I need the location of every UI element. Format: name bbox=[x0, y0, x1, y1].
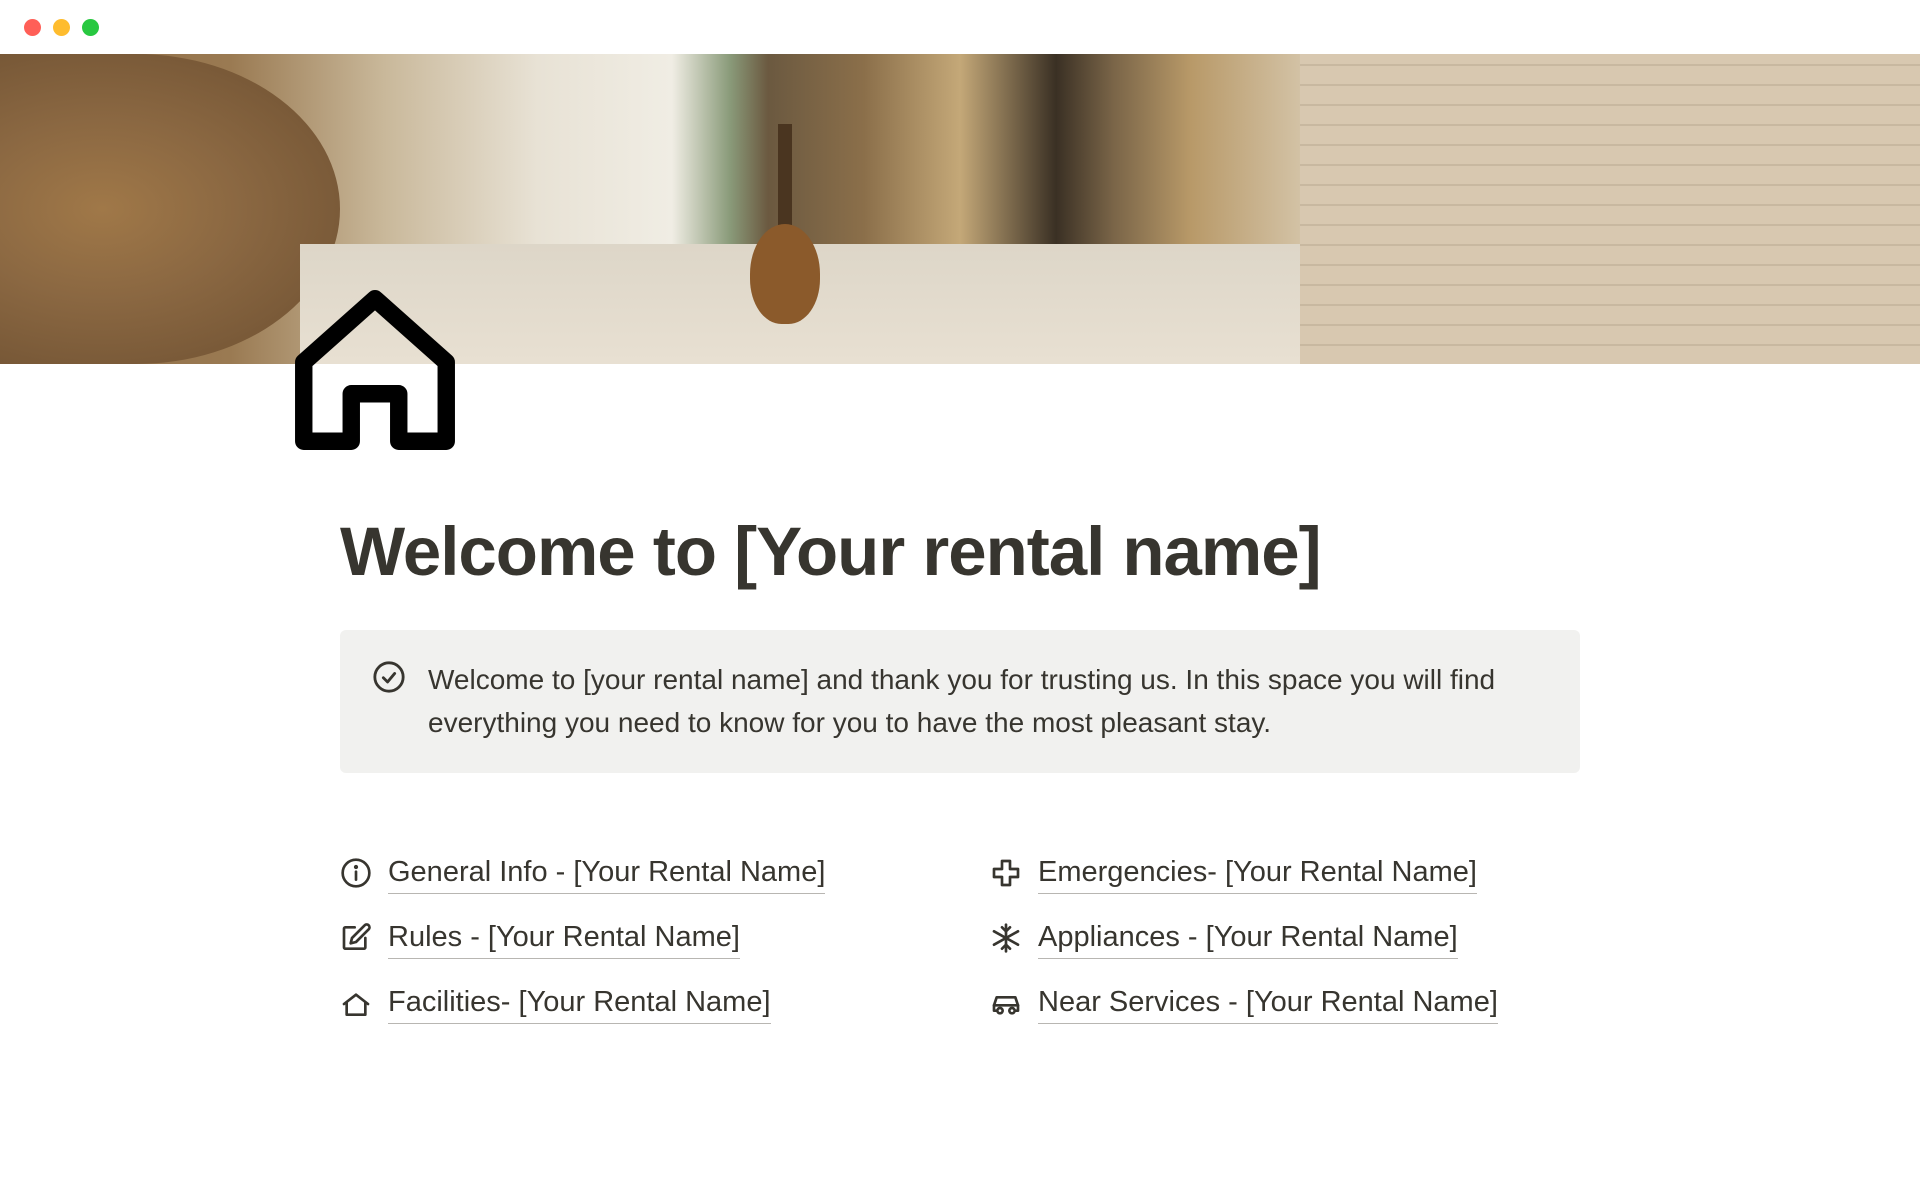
car-icon bbox=[990, 988, 1022, 1020]
home-icon bbox=[280, 275, 470, 465]
link-label: Near Services - [Your Rental Name] bbox=[1038, 983, 1498, 1024]
link-label: Emergencies- [Your Rental Name] bbox=[1038, 853, 1477, 894]
snowflake-icon bbox=[990, 922, 1022, 954]
window-maximize-button[interactable] bbox=[82, 19, 99, 36]
page-title[interactable]: Welcome to [Your rental name] bbox=[340, 514, 1580, 590]
welcome-callout[interactable]: Welcome to [your rental name] and thank … bbox=[340, 630, 1580, 773]
house-small-icon bbox=[340, 988, 372, 1020]
link-general-info[interactable]: General Info - [Your Rental Name] bbox=[340, 853, 930, 894]
link-appliances[interactable]: Appliances - [Your Rental Name] bbox=[990, 918, 1580, 959]
window-titlebar bbox=[0, 0, 1920, 54]
link-emergencies[interactable]: Emergencies- [Your Rental Name] bbox=[990, 853, 1580, 894]
link-facilities[interactable]: Facilities- [Your Rental Name] bbox=[340, 983, 930, 1024]
check-circle-icon bbox=[372, 660, 406, 694]
plus-medical-icon bbox=[990, 857, 1022, 889]
info-icon bbox=[340, 857, 372, 889]
link-rules[interactable]: Rules - [Your Rental Name] bbox=[340, 918, 930, 959]
window-close-button[interactable] bbox=[24, 19, 41, 36]
welcome-callout-text: Welcome to [your rental name] and thank … bbox=[428, 658, 1548, 745]
page-content: Welcome to [Your rental name] Welcome to… bbox=[260, 364, 1660, 1024]
link-label: Rules - [Your Rental Name] bbox=[388, 918, 740, 959]
edit-icon bbox=[340, 922, 372, 954]
link-label: Appliances - [Your Rental Name] bbox=[1038, 918, 1458, 959]
link-near-services[interactable]: Near Services - [Your Rental Name] bbox=[990, 983, 1580, 1024]
link-label: Facilities- [Your Rental Name] bbox=[388, 983, 771, 1024]
page-icon[interactable] bbox=[280, 275, 470, 465]
link-label: General Info - [Your Rental Name] bbox=[388, 853, 825, 894]
window-minimize-button[interactable] bbox=[53, 19, 70, 36]
page-links-grid: General Info - [Your Rental Name] Rules … bbox=[340, 853, 1580, 1024]
